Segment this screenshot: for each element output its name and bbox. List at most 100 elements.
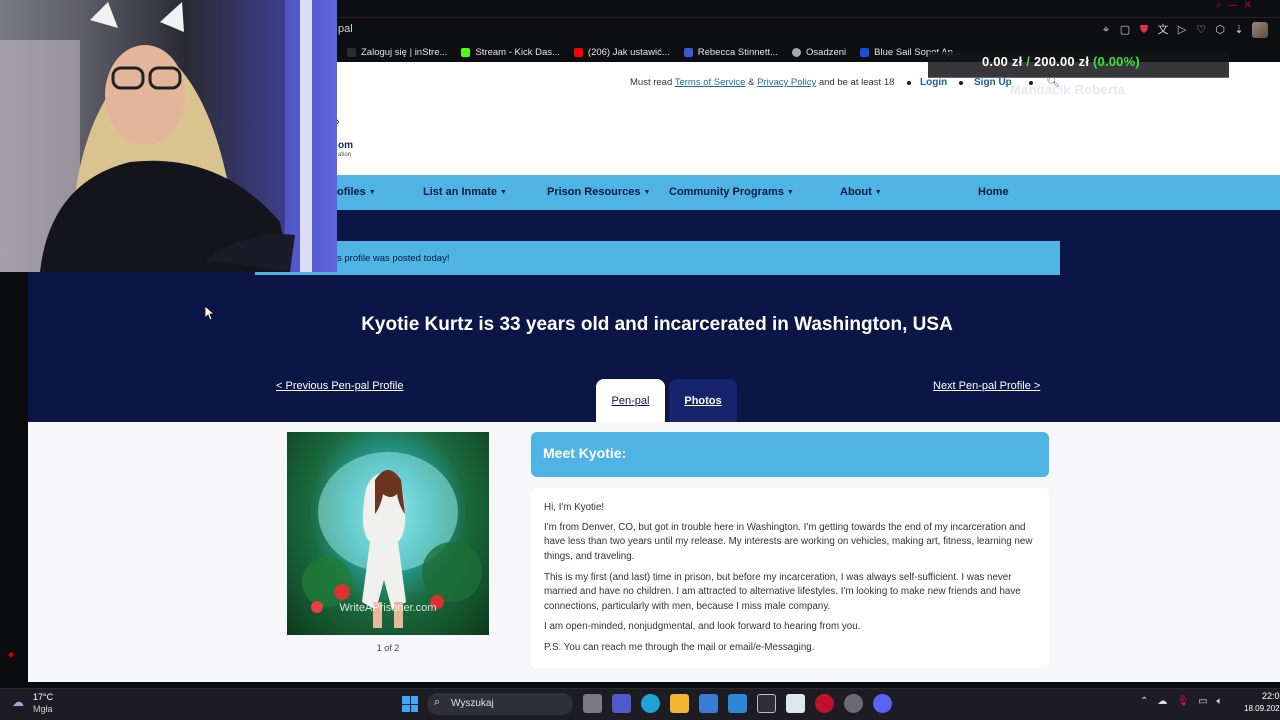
file-explorer-icon[interactable]	[670, 694, 689, 713]
taskbar-apps	[583, 694, 892, 713]
search-icon: ⌕	[434, 696, 441, 708]
clock-time[interactable]: 22:0	[1262, 691, 1280, 701]
caret-down-icon: ▼	[874, 189, 882, 196]
nav-label: List an Inmate	[423, 186, 497, 198]
profile-headline: Kyotie Kurtz is 33 years old and incarce…	[361, 314, 953, 335]
volume-icon[interactable]: 🔈︎	[1217, 696, 1223, 707]
nav-label: Community Programs	[669, 186, 784, 198]
desktop-left-strip: ◆	[0, 272, 28, 682]
window-controls[interactable]: ⌕—✕	[1216, 0, 1258, 11]
nav-prison-resources[interactable]: Prison Resources ▼	[547, 186, 650, 198]
streamer-webcam-feed	[0, 0, 337, 272]
bookmark-item[interactable]: Stream - Kick Das...	[461, 46, 560, 58]
task-view-icon[interactable]	[583, 694, 602, 713]
privacy-policy-link[interactable]: Privacy Policy	[757, 77, 816, 88]
clock-date[interactable]: 18.09.202	[1244, 704, 1280, 713]
bookmark-item[interactable]: Osadzeni	[792, 47, 846, 58]
terms-amp: &	[748, 77, 755, 88]
shield-icon[interactable]: ⛊	[1138, 24, 1150, 36]
network-icon[interactable]: ▭	[1198, 696, 1207, 707]
close-icon[interactable]: ✕	[1244, 0, 1258, 11]
profile-photo[interactable]: WriteAPrisoner.com	[287, 432, 489, 635]
meet-title: Meet Kyotie:	[543, 445, 627, 461]
bookmark-item[interactable]: (206) Jak ustawić...	[573, 46, 670, 58]
photo-counter: 1 of 2	[376, 643, 400, 653]
caret-down-icon: ▼	[786, 189, 794, 196]
bookmark-label: Zaloguj się | inStre...	[361, 46, 448, 58]
bio-paragraph: I'm from Denver, CO, but got in trouble …	[544, 522, 1033, 562]
mouse-cursor-icon	[205, 306, 215, 321]
heart-icon[interactable]: ♡	[1195, 24, 1207, 36]
bookmark-item[interactable]: Rebecca Stinnett...	[683, 46, 779, 58]
weather-fog-icon[interactable]: ☁	[12, 695, 28, 709]
teams-icon[interactable]	[612, 694, 631, 713]
start-tile	[402, 696, 410, 704]
profile-avatar[interactable]	[1252, 22, 1268, 38]
app-window-icon[interactable]	[786, 694, 805, 713]
edge-icon[interactable]	[641, 694, 660, 713]
bookmark-favicon-icon	[683, 47, 693, 57]
nav-list-an-inmate[interactable]: List an Inmate ▼	[423, 186, 507, 198]
terms-of-service-link[interactable]: Terms of Service	[675, 77, 746, 88]
separator-dot	[907, 81, 911, 85]
nav-profiles[interactable]: ofiles ▼	[337, 186, 376, 198]
terms-notice: Must read Terms of Service & Privacy Pol…	[630, 77, 894, 88]
donation-goal-text: 0.00 zł / 200.00 zł (0.00%)	[982, 54, 1140, 69]
browser-toolbar: ⌖ ▢ ⛊ 文 ▷ ♡ ⬡ ⇣ ⋮	[1100, 22, 1280, 38]
last-donor: Mandacik Roberta	[1010, 82, 1126, 97]
kick-icon	[461, 47, 471, 57]
bookmark-label: Stream - Kick Das...	[475, 46, 560, 58]
store-icon[interactable]	[699, 694, 718, 713]
mail-icon[interactable]	[728, 694, 747, 713]
translate-icon[interactable]: 文	[1157, 24, 1169, 36]
minimize-icon[interactable]: —	[1228, 0, 1244, 11]
screenshot-icon[interactable]: ▢	[1119, 24, 1131, 36]
app-icon[interactable]	[757, 694, 776, 713]
site-logo[interactable]: om	[338, 141, 353, 151]
browser-tab-title[interactable]: pal	[338, 23, 353, 35]
nav-community-programs[interactable]: Community Programs ▼	[669, 186, 794, 198]
bookmark-label: Rebecca Stinnett...	[697, 46, 779, 58]
microphone-icon[interactable]: 🎙︎	[1176, 696, 1189, 707]
screen: pal ⌕—✕ ⌖ ▢ ⛊ 文 ▷ ♡ ⬡ ⇣ ⋮ Zaloguj się | …	[0, 0, 1280, 720]
tray-chevron-icon[interactable]: ⌃	[1140, 696, 1148, 707]
donation-goal: 200.00 zł	[1033, 54, 1090, 69]
bookmark-item[interactable]: Zaloguj się | inStre...	[347, 47, 447, 58]
taskbar-search-text: Wyszukaj	[451, 698, 494, 709]
extensions-icon[interactable]: ⬡	[1214, 24, 1226, 36]
start-tile	[410, 696, 418, 704]
bio-paragraph: I am open-minded, nonjudgmental, and loo…	[544, 621, 861, 632]
start-button[interactable]	[402, 696, 418, 712]
chrome-icon[interactable]	[844, 694, 863, 713]
signup-link[interactable]: Sign Up	[974, 77, 1012, 88]
menu-icon[interactable]: ⋮	[1275, 24, 1280, 36]
weather-temperature[interactable]: 17°C	[33, 692, 53, 702]
nav-home[interactable]: Home	[978, 186, 1009, 198]
bookmark-label: Osadzeni	[806, 46, 847, 58]
previous-profile-link[interactable]: < Previous Pen-pal Profile	[276, 380, 403, 392]
search-icon[interactable]: ⌕	[1216, 0, 1228, 11]
play-icon[interactable]: ▷	[1176, 24, 1188, 36]
tab-pen-pal[interactable]: Pen-pal	[596, 379, 665, 422]
next-profile-link[interactable]: Next Pen-pal Profile >	[933, 380, 1040, 392]
site-logo-tagline: ation	[338, 152, 352, 158]
tab-strip-divider	[337, 17, 1280, 18]
discord-icon[interactable]	[873, 694, 892, 713]
download-icon[interactable]: ⇣	[1233, 24, 1245, 36]
caret-down-icon: ▼	[368, 189, 376, 196]
onedrive-icon[interactable]: ☁	[1157, 696, 1167, 707]
taskbar-search[interactable]	[427, 693, 573, 715]
photo-watermark: WriteAPrisoner.com	[339, 602, 437, 614]
login-link[interactable]: Login	[920, 77, 947, 88]
weather-description[interactable]: Mgła	[33, 704, 53, 714]
bookmark-label: (206) Jak ustawić...	[587, 46, 670, 58]
nav-label: Prison Resources	[547, 186, 641, 198]
caret-down-icon: ▼	[643, 189, 651, 196]
nav-about[interactable]: About ▼	[840, 186, 882, 198]
tab-photos[interactable]: Photos	[669, 379, 737, 422]
opera-icon[interactable]	[815, 694, 834, 713]
donation-amount: 0.00 zł	[982, 54, 1023, 69]
globe-icon	[792, 47, 802, 57]
pin-icon[interactable]: ⌖	[1100, 24, 1112, 36]
bio-paragraph: Hi, I'm Kyotie!	[544, 502, 605, 513]
